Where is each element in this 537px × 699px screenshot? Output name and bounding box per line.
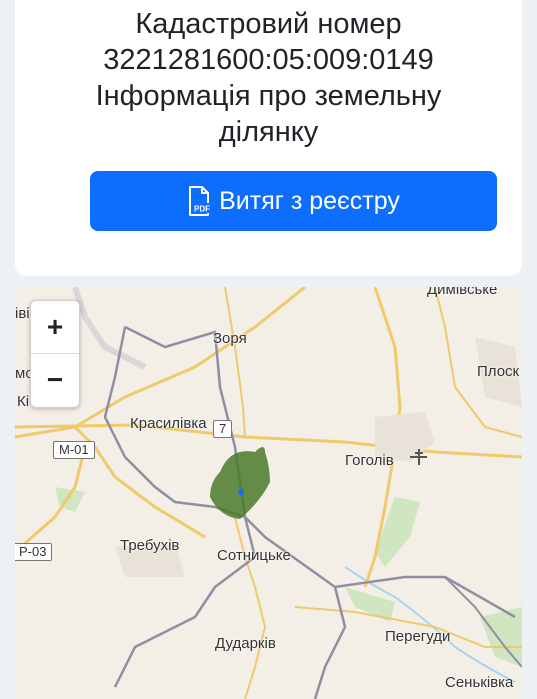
highway [72,287,147,370]
map-label-ploske: Плоск [477,363,520,380]
map-label-trebukhiv: Требухів [120,537,180,554]
map-label-perehudy: Перегуди [385,628,451,645]
registry-extract-label: Витяг з реєстру [219,186,400,215]
title-info-line-2: ділянку [218,116,319,148]
map-label-sotnytske: Сотницьке [217,547,291,564]
land-parcel[interactable] [210,447,270,519]
road [234,516,267,699]
map-label-partial: іві [15,305,30,322]
zoom-in-button[interactable]: + [31,301,79,354]
admin-border [313,586,347,699]
map-label-partial: Кі [17,393,30,410]
map-label-zorya: Зоря [213,330,247,347]
map-label-senkivka: Сеньківка [445,674,514,691]
title-cadastral-label: Кадастровий номер [135,8,402,40]
map-label-krasylivka: Красилівка [130,415,207,432]
map-view[interactable]: Димівське Зоря Плоск Красилівка Гоголів … [15,287,522,699]
page-title: Кадастровий номер 3221281600:05:009:0149… [0,6,537,150]
title-info-line: Інформація про земельну [95,80,442,112]
registry-extract-button[interactable]: PDF Витяг з реєстру [90,171,497,231]
map-label-hoholiv: Гоголів [345,452,394,469]
map-label-dymivske: Димівське [427,287,498,298]
location-marker-icon[interactable] [238,489,244,495]
title-cadastral-number: 3221281600:05:009:0149 [103,44,434,76]
green-area [375,497,420,567]
road-shield-m01: М-01 [53,441,95,459]
road-shield-r03: Р-03 [15,543,53,561]
road-shield-partial: 7 [213,420,233,438]
map-label-kudarkiv: Дударків [215,635,276,652]
pdf-file-icon: PDF [189,186,212,216]
zoom-control: + − [30,300,80,408]
svg-text:PDF: PDF [194,205,210,214]
zoom-out-button[interactable]: − [31,354,79,406]
green-area [480,607,522,667]
